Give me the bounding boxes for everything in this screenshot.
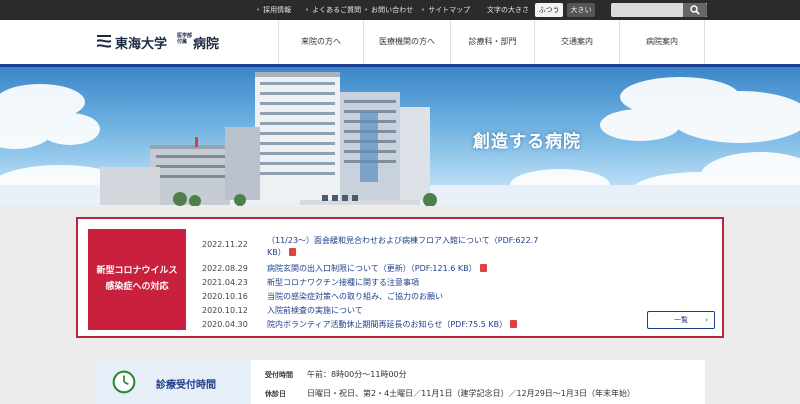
news-list-button[interactable]: 一覧 ›: [647, 311, 715, 329]
search-icon: [690, 5, 700, 15]
util-link-sitemap[interactable]: • サイトマップ: [421, 4, 470, 16]
font-size-large-button[interactable]: 大きい: [567, 3, 595, 17]
news-list-label: 一覧: [674, 316, 688, 324]
hero-title: 創造する病院: [473, 132, 581, 152]
news-link[interactable]: 当院の感染症対策への取り組み、ご協力のお願い: [267, 292, 443, 302]
news-title: 当院の感染症対策への取り組み、ご協力のお願い: [267, 292, 443, 301]
logo-text-suffix: 病院: [193, 37, 220, 52]
news-date: 2022.11.22: [202, 240, 248, 249]
nav-item-about[interactable]: 病院案内: [619, 20, 705, 64]
util-link-recruit[interactable]: • 採用情報: [256, 4, 291, 16]
news-title: KB）: [267, 248, 286, 257]
news-date: 2022.08.29: [202, 264, 248, 273]
news-title: 病院玄関の出入口制限について（更新）（PDF:121.6 KB）: [267, 264, 477, 273]
font-size-label: 文字の大きさ: [487, 6, 529, 14]
hours-title: 診療受付時間: [156, 380, 216, 391]
logo-text-small: 医学部付属: [177, 33, 193, 45]
news-title: （11/23〜）面会緩和見合わせおよび病棟フロア入館について（PDF:622.7: [267, 236, 539, 245]
util-link-label: 採用情報: [263, 6, 292, 14]
news-title: 入院前検査の実施について: [267, 306, 363, 315]
logo-mark-icon: [97, 35, 111, 48]
reception-hours: 診療受付時間 受付時間 午前：8時00分〜11時00分 休診日 日曜日・祝日、第…: [96, 360, 705, 404]
covid-tag-button[interactable]: 新型コロナウイルス 感染症への対応: [88, 229, 186, 330]
util-link-faq[interactable]: • よくあるご質問: [305, 4, 361, 16]
util-link-label: サイトマップ: [428, 6, 471, 14]
news-link[interactable]: 入院前検査の実施について: [267, 306, 363, 316]
utility-bar: • 採用情報 • よくあるご質問 • お問い合わせ • サイトマップ 文字の大きさ ふつ…: [0, 0, 800, 20]
news-link[interactable]: 病院玄関の出入口制限について（更新）（PDF:121.6 KB）: [267, 264, 487, 274]
news-date: 2020.10.16: [202, 292, 248, 301]
hours-row-value: 午前：8時00分〜11時00分: [307, 370, 407, 379]
font-size-normal-button[interactable]: ふつう: [535, 3, 563, 17]
news-link[interactable]: 院内ボランティア活動休止期間再延長のお知らせ（PDF:75.5 KB）: [267, 320, 518, 330]
nav-item-departments[interactable]: 診療科・部門: [450, 20, 534, 64]
logo-text-main: 東海大学: [115, 37, 168, 52]
nav-item-access[interactable]: 交通案内: [534, 20, 619, 64]
pdf-icon: [510, 320, 518, 328]
search-button[interactable]: [683, 3, 707, 17]
hours-row-label: 受付時間: [265, 371, 293, 379]
covid-tag-line2: 感染症への対応: [105, 282, 169, 292]
hours-header: 診療受付時間: [96, 360, 251, 404]
covid-tag-line1: 新型コロナウイルス: [96, 266, 178, 276]
hours-row-label: 休診日: [265, 390, 286, 398]
news-link-continued[interactable]: KB）: [267, 248, 296, 258]
nav-item-medical-institutions[interactable]: 医療機関の方へ: [363, 20, 450, 64]
clock-icon: [112, 370, 136, 394]
hero-banner: 創造する病院: [0, 67, 800, 206]
news-link[interactable]: （11/23〜）面会緩和見合わせおよび病棟フロア入館について（PDF:622.7: [267, 236, 538, 246]
news-link[interactable]: 新型コロナワクチン接種に関する注意事項: [267, 278, 419, 288]
hero-illustration: [0, 72, 800, 206]
news-date: 2020.10.12: [202, 306, 248, 315]
util-link-contact[interactable]: • お問い合わせ: [364, 4, 413, 16]
hours-row-value: 日曜日・祝日、第2・4土曜日／11月1日（建学記念日）／12月29日〜1月3日（…: [307, 389, 635, 398]
chevron-right-icon: ›: [705, 316, 708, 324]
nav-item-visitors[interactable]: 来院の方へ: [278, 20, 363, 64]
news-title: 院内ボランティア活動休止期間再延長のお知らせ（PDF:75.5 KB）: [267, 320, 508, 329]
covid-notice-box: 新型コロナウイルス 感染症への対応 2022.11.22 （11/23〜）面会緩…: [76, 217, 724, 338]
site-header: 東海大学 医学部付属 病院 来院の方へ 医療機関の方へ 診療科・部門 交通案内 …: [0, 20, 800, 64]
news-title: 新型コロナワクチン接種に関する注意事項: [267, 278, 419, 287]
util-link-label: お問い合わせ: [371, 6, 414, 14]
util-link-label: よくあるご質問: [312, 6, 362, 14]
news-date: 2021.04.23: [202, 278, 248, 287]
site-logo[interactable]: 東海大学 医学部付属 病院: [96, 32, 226, 52]
pdf-icon: [479, 264, 487, 272]
news-date: 2020.04.30: [202, 320, 248, 329]
pdf-icon: [288, 248, 296, 256]
